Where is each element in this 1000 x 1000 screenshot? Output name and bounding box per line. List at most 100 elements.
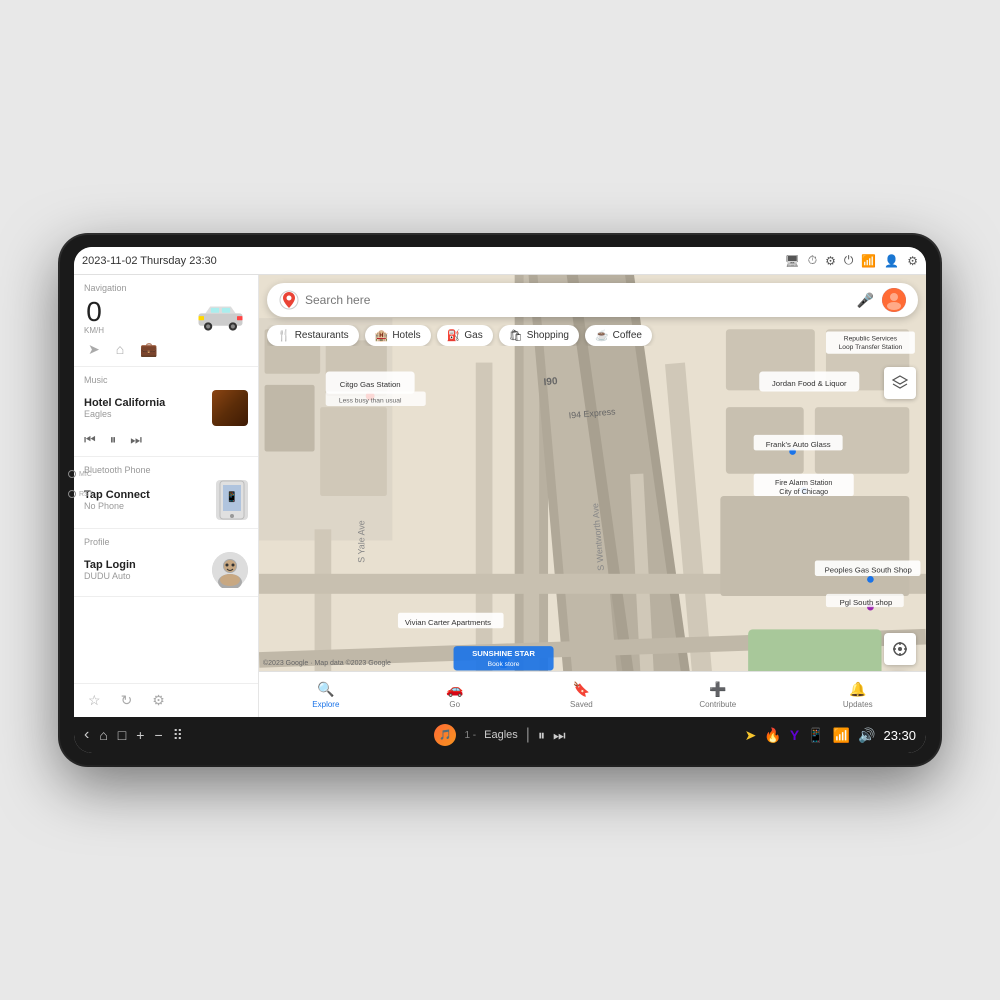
svg-text:Frank's Auto Glass: Frank's Auto Glass	[766, 440, 831, 449]
gas-icon: ⛽	[447, 329, 461, 342]
next-button[interactable]: ⏭	[130, 432, 142, 448]
phone-image: 📱	[216, 480, 248, 520]
contribute-icon: ➕	[709, 681, 726, 698]
taskbar-album-art: 🎵	[434, 724, 456, 746]
updates-icon: 🔔	[849, 681, 866, 698]
taskbar-time: 23:30	[883, 728, 916, 743]
saved-tab[interactable]: 🔖 Saved	[570, 681, 593, 709]
taskbar-left: ‹ ⌂ □ + − ⠿	[84, 726, 355, 744]
briefcase-icon[interactable]: 💼	[140, 341, 157, 358]
bt-widget[interactable]: Tap Connect No Phone 📱	[84, 480, 248, 520]
music-controls: ⏮ ⏸ ⏭	[84, 432, 248, 448]
minus-button[interactable]: −	[154, 727, 162, 743]
music-section: Music Hotel California Eagles ⏮ ⏸ ⏭	[74, 367, 258, 457]
refresh-button[interactable]: ↻	[121, 692, 133, 709]
saved-label: Saved	[570, 700, 593, 709]
map-copyright: ©2023 Google · Map data ©2023 Google	[263, 660, 391, 667]
contribute-tab[interactable]: ➕ Contribute	[699, 681, 736, 709]
speed-value: 0	[86, 298, 102, 326]
mic-label: MIC	[79, 471, 92, 478]
bt-info: Tap Connect No Phone	[84, 489, 208, 511]
profile-section: Profile Tap Login DUDU Auto	[74, 529, 258, 597]
rst-label: RST	[79, 491, 93, 498]
bluetooth-section: Bluetooth Phone Tap Connect No Phone 📱	[74, 457, 258, 529]
shopping-chip[interactable]: 🛍 Shopping	[499, 325, 579, 346]
nav-widget: 0 KM/H	[84, 298, 248, 335]
bt-title: Tap Connect	[84, 489, 208, 501]
go-icon: 🚗	[446, 681, 463, 698]
back-button[interactable]: ‹	[84, 726, 89, 744]
music-artist: Eagles	[84, 409, 204, 419]
taskbar-flame-icon[interactable]: 🔥	[764, 727, 781, 744]
updates-tab[interactable]: 🔔 Updates	[843, 681, 873, 709]
updates-label: Updates	[843, 700, 873, 709]
square-button[interactable]: □	[118, 727, 126, 743]
settings-button[interactable]: ⚙	[152, 692, 165, 709]
explore-tab[interactable]: 🔍 Explore	[312, 681, 339, 709]
saved-icon: 🔖	[573, 681, 590, 698]
restaurants-chip[interactable]: 🍴 Restaurants	[267, 325, 359, 346]
shopping-icon: 🛍	[509, 329, 523, 342]
taskbar-center: 🎵 1 - Eagles | ⏸ ⏭	[365, 724, 636, 746]
display-icon: 🖥	[784, 254, 799, 268]
navigate-arrow-icon[interactable]: ➤	[88, 341, 100, 358]
voice-search-button[interactable]: 🎤	[857, 292, 874, 309]
gas-label: Gas	[464, 330, 482, 341]
mic-indicator	[68, 470, 76, 478]
taskbar-yahoo-icon[interactable]: Y	[790, 727, 799, 743]
taskbar: ‹ ⌂ □ + − ⠿ 🎵 1 - Eagles | ⏸ ⏭ ➤ 🔥 Y	[74, 717, 926, 753]
svg-text:Book store: Book store	[488, 661, 520, 668]
profile-info: Tap Login DUDU Auto	[84, 559, 204, 581]
map-layers-button[interactable]	[884, 367, 916, 399]
map-area[interactable]: S Yale Ave S Wentworth Ave I90 I94 Expre…	[259, 275, 926, 717]
status-icons: 🖥 ⏱ ⚙ ⏻ 📶 👤 ⚙	[784, 253, 918, 268]
svg-text:SUNSHINE STAR: SUNSHINE STAR	[472, 649, 535, 658]
pause-button[interactable]: ⏸	[110, 432, 117, 448]
category-chips: 🍴 Restaurants 🏨 Hotels ⛽ Gas 🛍 Shopping	[267, 325, 918, 346]
go-tab[interactable]: 🚗 Go	[446, 681, 463, 709]
svg-text:Pgl South shop: Pgl South shop	[840, 598, 893, 607]
profile-name: Tap Login	[84, 559, 204, 571]
datetime-display: 2023-11-02 Thursday 23:30	[82, 255, 217, 267]
sidebar: Navigation 0 KM/H	[74, 275, 259, 717]
star-button[interactable]: ☆	[88, 692, 101, 709]
svg-text:Jordan Food & Liquor: Jordan Food & Liquor	[772, 379, 847, 388]
taskbar-app-icon[interactable]: 📱	[807, 727, 824, 744]
profile-sub: DUDU Auto	[84, 571, 204, 581]
account-icon: 👤	[884, 254, 899, 268]
nav-controls: ➤ ⌂ 💼	[84, 341, 248, 358]
explore-icon: 🔍	[317, 681, 334, 698]
map-bottom-tabs: 🔍 Explore 🚗 Go 🔖 Saved ➕ Contribute	[259, 671, 926, 717]
gas-chip[interactable]: ⛽ Gas	[437, 325, 493, 346]
search-placeholder: Search here	[305, 293, 853, 307]
profile-widget[interactable]: Tap Login DUDU Auto	[84, 552, 248, 588]
wifi-status-icon: 📶	[861, 254, 876, 268]
coffee-chip[interactable]: ☕ Coffee	[585, 325, 652, 346]
home-nav-icon[interactable]: ⌂	[116, 341, 124, 358]
taskbar-nav-icon[interactable]: ➤	[745, 727, 757, 744]
add-button[interactable]: +	[136, 727, 144, 743]
svg-text:I90: I90	[543, 376, 558, 388]
svg-text:Citgo Gas Station: Citgo Gas Station	[340, 380, 401, 389]
map-search-bar[interactable]: Search here 🎤	[267, 283, 918, 317]
album-art	[212, 390, 248, 426]
sidebar-footer: ☆ ↻ ⚙	[74, 683, 258, 717]
user-avatar-map[interactable]	[882, 288, 906, 312]
status-bar: 2023-11-02 Thursday 23:30 🖥 ⏱ ⚙ ⏻ 📶 👤 ⚙	[74, 247, 926, 275]
hotels-chip[interactable]: 🏨 Hotels	[365, 325, 431, 346]
taskbar-separator: |	[526, 726, 530, 744]
taskbar-right: ➤ 🔥 Y 📱 📶 🔊 23:30	[645, 727, 916, 744]
profile-avatar	[212, 552, 248, 588]
taskbar-next-btn[interactable]: ⏭	[553, 727, 566, 744]
music-info: Hotel California Eagles	[84, 397, 204, 419]
car-icon	[193, 299, 248, 334]
location-button[interactable]	[884, 633, 916, 665]
contribute-label: Contribute	[699, 700, 736, 709]
shopping-label: Shopping	[527, 330, 569, 341]
previous-button[interactable]: ⏮	[84, 432, 96, 448]
music-section-label: Music	[84, 375, 248, 385]
home-button[interactable]: ⌂	[99, 727, 107, 743]
grid-button[interactable]: ⠿	[173, 727, 183, 744]
taskbar-pause-btn[interactable]: ⏸	[538, 727, 545, 744]
bt-section-label: Bluetooth Phone	[84, 465, 248, 475]
